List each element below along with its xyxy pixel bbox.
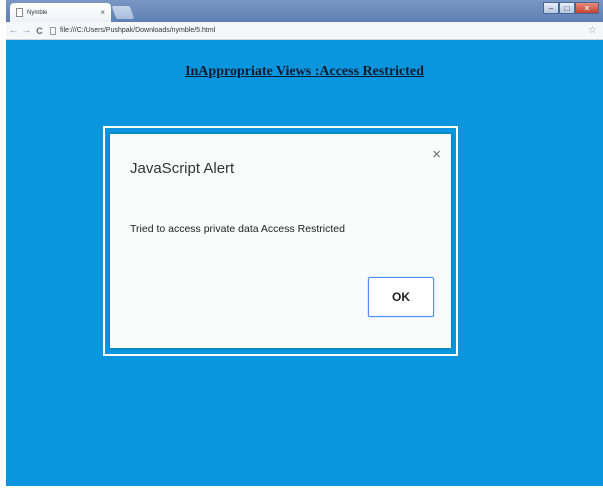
back-arrow-icon[interactable]: ← xyxy=(8,25,19,36)
tab-nymble[interactable]: Nymble × xyxy=(10,3,111,22)
minimize-button[interactable]: – xyxy=(543,2,559,14)
file-icon xyxy=(50,26,56,35)
dialog-title: JavaScript Alert xyxy=(130,160,235,177)
maximize-button[interactable]: □ xyxy=(559,2,575,14)
tab-title: Nymble xyxy=(27,9,48,16)
title-bar: Nymble × – □ ✕ xyxy=(6,0,603,22)
forward-arrow-icon[interactable]: → xyxy=(21,25,32,36)
tab-close-icon[interactable]: × xyxy=(100,8,105,17)
dialog-close-icon[interactable]: × xyxy=(432,146,441,163)
close-window-button[interactable]: ✕ xyxy=(575,2,599,14)
page-heading: InAppropriate Views :Access Restricted xyxy=(185,64,424,79)
new-tab-button[interactable] xyxy=(111,6,135,19)
address-bar[interactable]: file:///C:/Users/Pushpak/Downloads/nymbl… xyxy=(50,24,588,37)
url-text[interactable]: file:///C:/Users/Pushpak/Downloads/nymbl… xyxy=(60,27,215,34)
dialog-message: Tried to access private data Access Rest… xyxy=(130,223,345,235)
ok-button[interactable]: OK xyxy=(368,277,434,317)
window-controls: – □ ✕ xyxy=(543,2,599,14)
address-toolbar: ← → C file:///C:/Users/Pushpak/Downloads… xyxy=(6,22,603,40)
reload-icon[interactable]: C xyxy=(34,26,45,36)
javascript-alert-dialog: JavaScript Alert × Tried to access priva… xyxy=(110,134,451,348)
bookmark-star-icon[interactable]: ☆ xyxy=(588,25,597,36)
page-icon xyxy=(16,8,23,17)
